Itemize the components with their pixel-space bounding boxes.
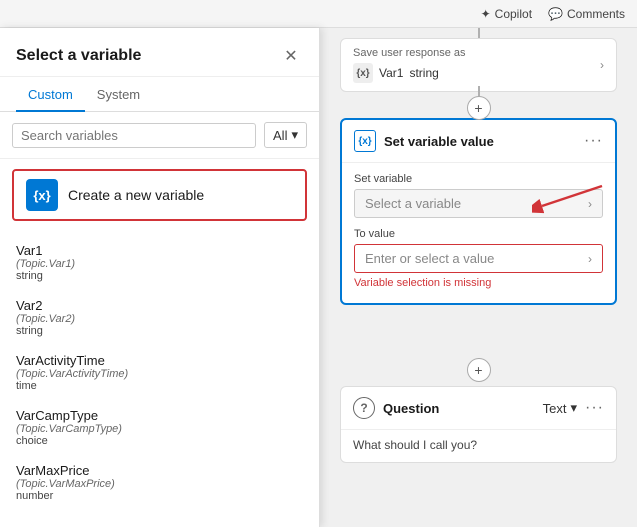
tab-system[interactable]: System — [85, 77, 152, 112]
save-response-content: Save user response as {x} Var1 string — [353, 47, 466, 83]
tab-custom[interactable]: Custom — [16, 77, 85, 112]
var-topic: (Topic.VarMaxPrice) — [16, 478, 303, 490]
comments-button[interactable]: 💬 Comments — [548, 7, 625, 21]
copilot-icon: ✦ — [481, 7, 491, 21]
var-type: choice — [16, 435, 303, 447]
filter-label: All — [273, 128, 287, 143]
red-arrow-annotation — [532, 176, 612, 216]
select-var-placeholder: Select a variable — [365, 196, 461, 211]
list-item[interactable]: VarCampType (Topic.VarCampType) choice — [0, 400, 319, 455]
list-item[interactable]: VarMaxPrice (Topic.VarMaxPrice) number — [0, 455, 319, 510]
var-badge-icon: {x} — [353, 63, 373, 83]
question-title: Question — [383, 401, 535, 416]
panel-title: Select a variable — [16, 47, 141, 65]
search-input[interactable] — [21, 128, 247, 143]
add-step-button-bottom[interactable]: + — [467, 358, 491, 382]
chevron-down-icon: ▾ — [570, 400, 577, 416]
to-value-label: To value — [354, 228, 603, 240]
value-placeholder: Enter or select a value — [365, 251, 494, 266]
error-message: Variable selection is missing — [354, 277, 603, 289]
var-name: Var2 — [16, 298, 303, 313]
chevron-right-icon: › — [588, 252, 592, 266]
list-item[interactable]: Var1 (Topic.Var1) string — [0, 235, 319, 290]
chevron-right-icon: › — [600, 58, 604, 72]
save-response-card: Save user response as {x} Var1 string › — [340, 38, 617, 92]
comments-label: Comments — [567, 7, 625, 21]
var-topic: (Topic.VarActivityTime) — [16, 368, 303, 380]
search-input-wrap[interactable] — [12, 123, 256, 148]
more-options-button[interactable]: ··· — [584, 132, 603, 150]
var-type: string — [16, 270, 303, 282]
tabs: Custom System — [0, 77, 319, 112]
add-step-button-mid[interactable]: + — [467, 96, 491, 120]
var-badge-row: {x} Var1 string — [353, 63, 466, 83]
close-button[interactable]: ✕ — [279, 44, 303, 68]
var-name: VarMaxPrice — [16, 463, 303, 478]
top-bar: ✦ Copilot 💬 Comments — [0, 0, 637, 28]
question-more-options[interactable]: ··· — [585, 399, 604, 417]
create-new-label: Create a new variable — [68, 187, 204, 203]
set-var-header: {x} Set variable value ··· — [342, 120, 615, 163]
question-text: What should I call you? — [353, 438, 477, 452]
var-badge-type: string — [409, 66, 438, 80]
var-topic: (Topic.VarCampType) — [16, 423, 303, 435]
var-type: string — [16, 325, 303, 337]
create-new-variable-button[interactable]: {x} Create a new variable — [12, 169, 307, 221]
var-name: Var1 — [16, 243, 303, 258]
filter-button[interactable]: All ▾ — [264, 122, 307, 148]
canvas-area: Save user response as {x} Var1 string › … — [320, 28, 637, 527]
create-var-icon: {x} — [26, 179, 58, 211]
var-name: VarCampType — [16, 408, 303, 423]
set-var-icon: {x} — [354, 130, 376, 152]
list-item[interactable]: VarActivityTime (Topic.VarActivityTime) … — [0, 345, 319, 400]
plus-icon: + — [474, 100, 482, 116]
type-label: Text — [543, 401, 567, 416]
text-type-row[interactable]: Text ▾ — [543, 400, 577, 416]
var-type: number — [16, 490, 303, 502]
chevron-down-icon: ▾ — [291, 127, 298, 143]
save-response-label: Save user response as — [353, 47, 466, 59]
var-topic: (Topic.Var1) — [16, 258, 303, 270]
question-header: ? Question Text ▾ ··· — [341, 387, 616, 430]
to-value-field[interactable]: Enter or select a value › — [354, 244, 603, 273]
comments-icon: 💬 — [548, 7, 563, 21]
question-icon: ? — [353, 397, 375, 419]
variable-list: Var1 (Topic.Var1) string Var2 (Topic.Var… — [0, 231, 319, 527]
copilot-button[interactable]: ✦ Copilot — [481, 7, 532, 21]
question-body: What should I call you? — [341, 430, 616, 462]
select-variable-panel: Select a variable ✕ Custom System All ▾ — [0, 28, 320, 527]
var-badge-name: Var1 — [379, 66, 403, 80]
close-icon: ✕ — [284, 46, 297, 66]
var-topic: (Topic.Var2) — [16, 313, 303, 325]
question-card: ? Question Text ▾ ··· What should I call… — [340, 386, 617, 463]
copilot-label: Copilot — [495, 7, 532, 21]
var-type: time — [16, 380, 303, 392]
search-row: All ▾ — [0, 112, 319, 159]
var-name: VarActivityTime — [16, 353, 303, 368]
set-var-title: Set variable value — [384, 134, 576, 149]
plus-icon: + — [474, 362, 482, 378]
main-area: Select a variable ✕ Custom System All ▾ — [0, 28, 637, 527]
panel-header: Select a variable ✕ — [0, 28, 319, 77]
list-item[interactable]: Var2 (Topic.Var2) string — [0, 290, 319, 345]
